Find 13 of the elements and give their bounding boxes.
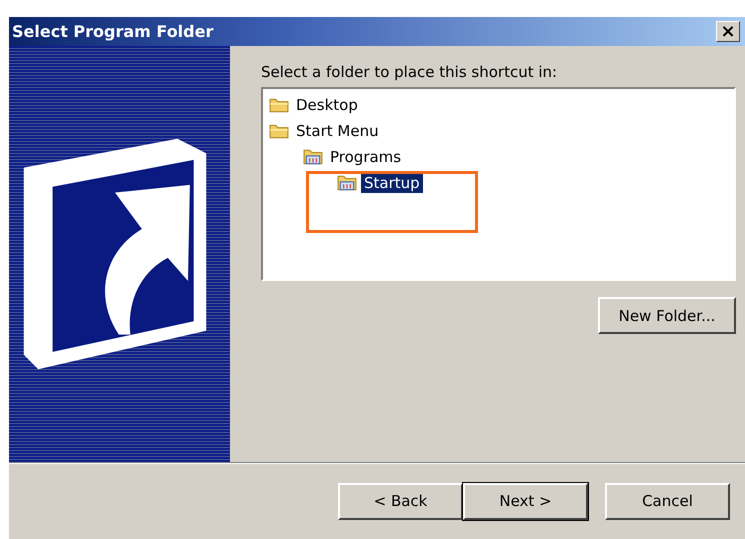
prompt-label: Select a folder to place this shortcut in:	[261, 63, 558, 81]
tree-item[interactable]: Programs	[327, 147, 404, 167]
wizard-button[interactable]: < Back	[338, 482, 463, 520]
wizard-button[interactable]: Cancel	[605, 482, 730, 520]
close-button[interactable]: ×	[716, 21, 740, 42]
tree-item[interactable]: Desktop	[293, 95, 361, 115]
program-folder-icon	[303, 147, 323, 167]
tree-item[interactable]: Start Menu	[293, 121, 382, 141]
wizard-button[interactable]: Next >	[463, 482, 588, 520]
program-folder-icon	[337, 173, 357, 193]
new-folder-button[interactable]: New Folder...	[598, 297, 736, 334]
tree-item[interactable]: Startup	[361, 173, 423, 193]
window-title: Select Program Folder	[12, 22, 214, 41]
